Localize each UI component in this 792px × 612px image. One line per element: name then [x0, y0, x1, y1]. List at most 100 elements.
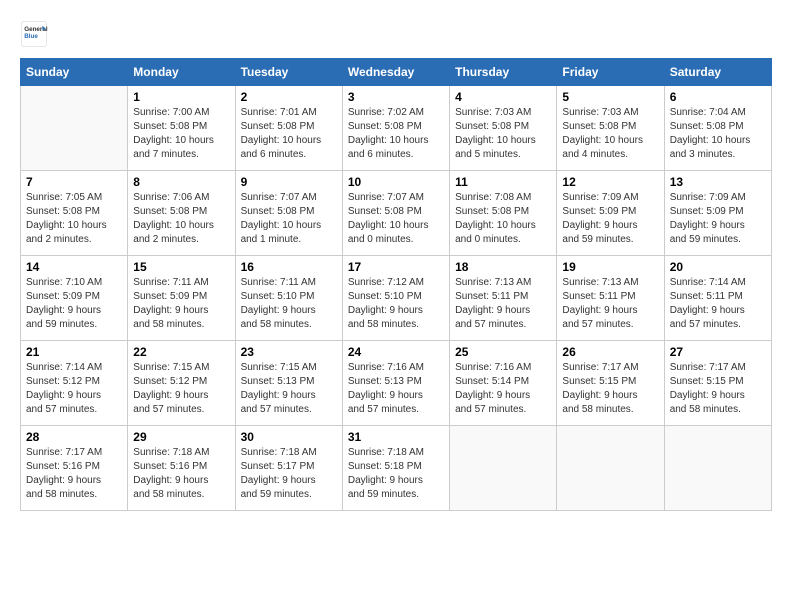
day-info: Sunrise: 7:01 AM Sunset: 5:08 PM Dayligh… — [241, 106, 337, 162]
table-row: 26 Sunrise: 7:17 AM Sunset: 5:15 PM Dayli… — [557, 341, 664, 426]
table-row: 27 Sunrise: 7:17 AM Sunset: 5:15 PM Dayli… — [664, 341, 771, 426]
day-number: 4 — [455, 90, 551, 104]
table-row: 23 Sunrise: 7:15 AM Sunset: 5:13 PM Dayli… — [235, 341, 342, 426]
day-info: Sunrise: 7:18 AM Sunset: 5:18 PM Dayligh… — [348, 446, 444, 502]
table-row: 11Sunrise: 7:08 AM Sunset: 5:08 PM Dayli… — [450, 171, 557, 256]
day-info: Sunrise: 7:12 AM Sunset: 5:10 PM Dayligh… — [348, 276, 444, 332]
table-row — [557, 426, 664, 511]
day-info: Sunrise: 7:07 AM Sunset: 5:08 PM Dayligh… — [241, 191, 337, 247]
table-row: 6 Sunrise: 7:04 AM Sunset: 5:08 PM Daylig… — [664, 86, 771, 171]
table-row — [450, 426, 557, 511]
day-number: 12 — [562, 175, 658, 189]
day-number: 24 — [348, 345, 444, 359]
table-row — [664, 426, 771, 511]
table-row: 21 Sunrise: 7:14 AM Sunset: 5:12 PM Dayli… — [21, 341, 128, 426]
day-number: 27 — [670, 345, 766, 359]
svg-text:Blue: Blue — [24, 33, 38, 40]
calendar-week-3: 21 Sunrise: 7:14 AM Sunset: 5:12 PM Dayli… — [21, 341, 772, 426]
day-number: 28 — [26, 430, 122, 444]
day-info: Sunrise: 7:14 AM Sunset: 5:12 PM Dayligh… — [26, 361, 122, 417]
table-row: 30 Sunrise: 7:18 AM Sunset: 5:17 PM Dayli… — [235, 426, 342, 511]
day-info: Sunrise: 7:04 AM Sunset: 5:08 PM Dayligh… — [670, 106, 766, 162]
day-number: 19 — [562, 260, 658, 274]
day-info: Sunrise: 7:03 AM Sunset: 5:08 PM Dayligh… — [455, 106, 551, 162]
day-info: Sunrise: 7:10 AM Sunset: 5:09 PM Dayligh… — [26, 276, 122, 332]
table-row: 29 Sunrise: 7:18 AM Sunset: 5:16 PM Dayli… — [128, 426, 235, 511]
day-number: 10 — [348, 175, 444, 189]
table-row: 1 Sunrise: 7:00 AM Sunset: 5:08 PM Daylig… — [128, 86, 235, 171]
day-info: Sunrise: 7:09 AM Sunset: 5:09 PM Dayligh… — [562, 191, 658, 247]
day-number: 20 — [670, 260, 766, 274]
table-row — [21, 86, 128, 171]
calendar-header-row: Sunday Monday Tuesday Wednesday Thursday… — [21, 59, 772, 86]
day-info: Sunrise: 7:09 AM Sunset: 5:09 PM Dayligh… — [670, 191, 766, 247]
table-row: 7Sunrise: 7:05 AM Sunset: 5:08 PM Daylig… — [21, 171, 128, 256]
day-number: 18 — [455, 260, 551, 274]
header-wednesday: Wednesday — [342, 59, 449, 86]
day-number: 16 — [241, 260, 337, 274]
day-number: 1 — [133, 90, 229, 104]
day-info: Sunrise: 7:15 AM Sunset: 5:12 PM Dayligh… — [133, 361, 229, 417]
day-info: Sunrise: 7:02 AM Sunset: 5:08 PM Dayligh… — [348, 106, 444, 162]
day-info: Sunrise: 7:08 AM Sunset: 5:08 PM Dayligh… — [455, 191, 551, 247]
day-number: 9 — [241, 175, 337, 189]
table-row: 24 Sunrise: 7:16 AM Sunset: 5:13 PM Dayli… — [342, 341, 449, 426]
table-row: 4 Sunrise: 7:03 AM Sunset: 5:08 PM Daylig… — [450, 86, 557, 171]
day-info: Sunrise: 7:11 AM Sunset: 5:09 PM Dayligh… — [133, 276, 229, 332]
table-row: 2 Sunrise: 7:01 AM Sunset: 5:08 PM Daylig… — [235, 86, 342, 171]
day-number: 6 — [670, 90, 766, 104]
day-info: Sunrise: 7:00 AM Sunset: 5:08 PM Dayligh… — [133, 106, 229, 162]
day-number: 17 — [348, 260, 444, 274]
header-saturday: Saturday — [664, 59, 771, 86]
day-info: Sunrise: 7:11 AM Sunset: 5:10 PM Dayligh… — [241, 276, 337, 332]
logo-icon: General Blue — [20, 20, 48, 48]
table-row: 13 Sunrise: 7:09 AM Sunset: 5:09 PM Dayli… — [664, 171, 771, 256]
table-row: 22 Sunrise: 7:15 AM Sunset: 5:12 PM Dayli… — [128, 341, 235, 426]
day-number: 29 — [133, 430, 229, 444]
day-info: Sunrise: 7:17 AM Sunset: 5:16 PM Dayligh… — [26, 446, 122, 502]
table-row: 5Sunrise: 7:03 AM Sunset: 5:08 PM Daylig… — [557, 86, 664, 171]
day-number: 31 — [348, 430, 444, 444]
day-number: 21 — [26, 345, 122, 359]
day-number: 22 — [133, 345, 229, 359]
day-number: 14 — [26, 260, 122, 274]
day-number: 5 — [562, 90, 658, 104]
day-number: 13 — [670, 175, 766, 189]
table-row: 20 Sunrise: 7:14 AM Sunset: 5:11 PM Dayli… — [664, 256, 771, 341]
day-info: Sunrise: 7:13 AM Sunset: 5:11 PM Dayligh… — [562, 276, 658, 332]
table-row: 8Sunrise: 7:06 AM Sunset: 5:08 PM Daylig… — [128, 171, 235, 256]
day-info: Sunrise: 7:17 AM Sunset: 5:15 PM Dayligh… — [670, 361, 766, 417]
day-number: 26 — [562, 345, 658, 359]
calendar-week-0: 1 Sunrise: 7:00 AM Sunset: 5:08 PM Daylig… — [21, 86, 772, 171]
day-info: Sunrise: 7:18 AM Sunset: 5:16 PM Dayligh… — [133, 446, 229, 502]
table-row: 14 Sunrise: 7:10 AM Sunset: 5:09 PM Dayli… — [21, 256, 128, 341]
table-row: 28 Sunrise: 7:17 AM Sunset: 5:16 PM Dayli… — [21, 426, 128, 511]
day-info: Sunrise: 7:16 AM Sunset: 5:13 PM Dayligh… — [348, 361, 444, 417]
header-thursday: Thursday — [450, 59, 557, 86]
day-number: 7 — [26, 175, 122, 189]
day-number: 25 — [455, 345, 551, 359]
table-row: 10 Sunrise: 7:07 AM Sunset: 5:08 PM Dayli… — [342, 171, 449, 256]
day-info: Sunrise: 7:14 AM Sunset: 5:11 PM Dayligh… — [670, 276, 766, 332]
day-info: Sunrise: 7:06 AM Sunset: 5:08 PM Dayligh… — [133, 191, 229, 247]
day-info: Sunrise: 7:18 AM Sunset: 5:17 PM Dayligh… — [241, 446, 337, 502]
table-row: 17 Sunrise: 7:12 AM Sunset: 5:10 PM Dayli… — [342, 256, 449, 341]
table-row: 19 Sunrise: 7:13 AM Sunset: 5:11 PM Dayli… — [557, 256, 664, 341]
day-info: Sunrise: 7:15 AM Sunset: 5:13 PM Dayligh… — [241, 361, 337, 417]
day-info: Sunrise: 7:17 AM Sunset: 5:15 PM Dayligh… — [562, 361, 658, 417]
day-number: 30 — [241, 430, 337, 444]
day-number: 23 — [241, 345, 337, 359]
calendar-table: Sunday Monday Tuesday Wednesday Thursday… — [20, 58, 772, 511]
day-number: 2 — [241, 90, 337, 104]
header-friday: Friday — [557, 59, 664, 86]
day-info: Sunrise: 7:13 AM Sunset: 5:11 PM Dayligh… — [455, 276, 551, 332]
table-row: 18 Sunrise: 7:13 AM Sunset: 5:11 PM Dayli… — [450, 256, 557, 341]
header-tuesday: Tuesday — [235, 59, 342, 86]
logo: General Blue — [20, 20, 48, 48]
day-info: Sunrise: 7:07 AM Sunset: 5:08 PM Dayligh… — [348, 191, 444, 247]
header-monday: Monday — [128, 59, 235, 86]
table-row: 9 Sunrise: 7:07 AM Sunset: 5:08 PM Daylig… — [235, 171, 342, 256]
table-row: 15Sunrise: 7:11 AM Sunset: 5:09 PM Dayli… — [128, 256, 235, 341]
day-number: 3 — [348, 90, 444, 104]
table-row: 12 Sunrise: 7:09 AM Sunset: 5:09 PM Dayli… — [557, 171, 664, 256]
